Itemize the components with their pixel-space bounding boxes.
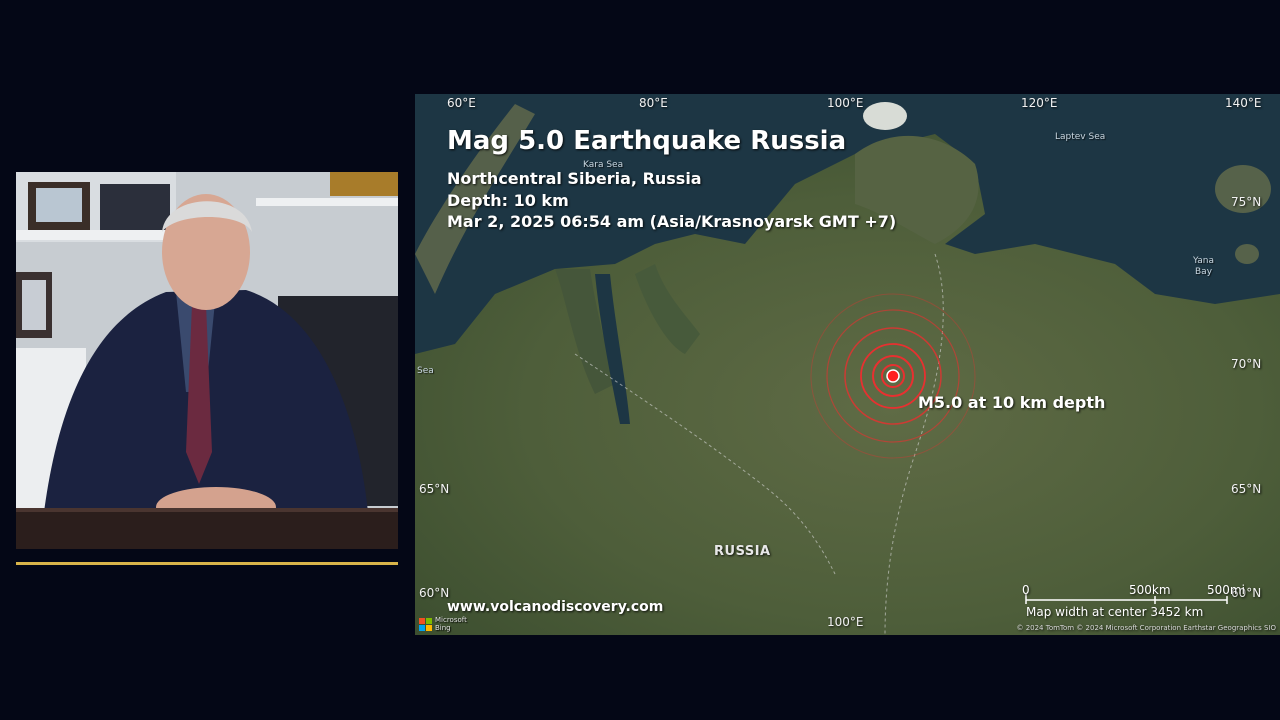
- scale-mi: 500mi: [1207, 583, 1245, 597]
- map-title: Mag 5.0 Earthquake Russia: [447, 126, 847, 156]
- video-frame: 60°E 80°E 100°E 120°E 140°E 100°E 65°N 6…: [0, 0, 1280, 720]
- country-label: RUSSIA: [714, 544, 771, 559]
- lon-140e: 140°E: [1225, 96, 1262, 110]
- bing-attribution: Microsoft Bing: [435, 616, 467, 632]
- epicenter-marker: [886, 369, 900, 383]
- scale-km: 500km: [1129, 583, 1171, 597]
- lat-70n-right: 70°N: [1231, 357, 1262, 371]
- lon-80e: 80°E: [639, 96, 668, 110]
- lat-75n-right: 75°N: [1231, 195, 1262, 209]
- lon-100e: 100°E: [827, 96, 864, 110]
- scale-zero: 0: [1022, 583, 1030, 597]
- earthquake-map: 60°E 80°E 100°E 120°E 140°E 100°E 65°N 6…: [415, 94, 1280, 635]
- region-text: Northcentral Siberia, Russia: [447, 169, 702, 188]
- bing-line-2: Bing: [435, 624, 451, 632]
- sea-laptev: Laptev Sea: [1055, 132, 1106, 142]
- lat-65n-right: 65°N: [1231, 482, 1262, 496]
- lon-60e: 60°E: [447, 96, 476, 110]
- sea-yana-2: Bay: [1195, 267, 1213, 277]
- bing-line-1: Microsoft: [435, 616, 467, 624]
- presenter-illustration: [16, 172, 398, 549]
- lat-60n-left: 60°N: [419, 586, 450, 600]
- marker-label: M5.0 at 10 km depth: [918, 393, 1106, 412]
- copyright-text: © 2024 TomTom © 2024 Microsoft Corporati…: [1016, 624, 1276, 632]
- sea-yana-1: Yana: [1193, 256, 1214, 266]
- lon-100e-bottom: 100°E: [827, 615, 864, 629]
- lat-65n-left: 65°N: [419, 482, 450, 496]
- website-label: www.volcanodiscovery.com: [447, 599, 664, 615]
- lon-120e: 120°E: [1021, 96, 1058, 110]
- presenter-video: [16, 172, 398, 549]
- datetime-text: Mar 2, 2025 06:54 am (Asia/Krasnoyarsk G…: [447, 212, 897, 231]
- accent-divider: [16, 562, 398, 565]
- scale-width-note: Map width at center 3452 km: [1026, 605, 1204, 619]
- depth-text: Depth: 10 km: [447, 191, 569, 210]
- sea-west: Sea: [417, 366, 434, 376]
